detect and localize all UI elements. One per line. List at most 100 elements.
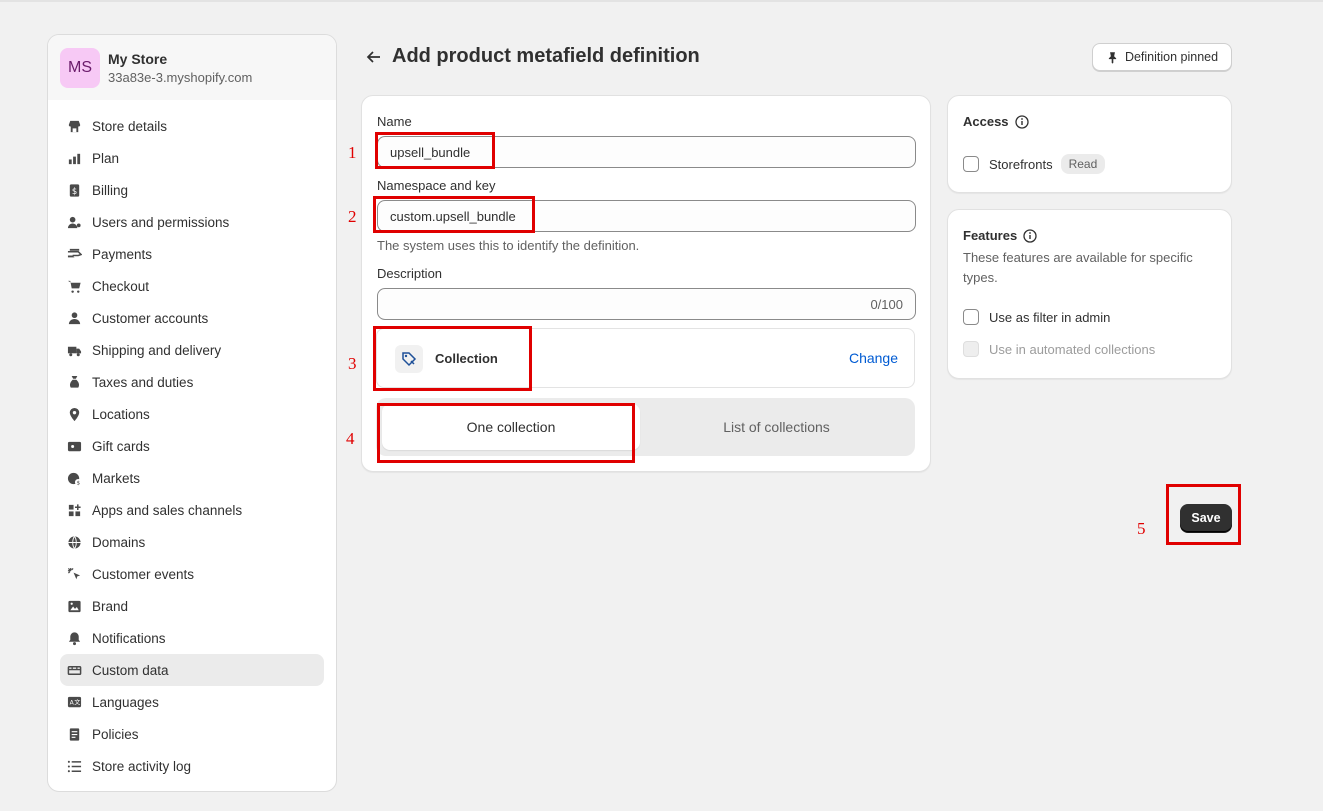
- filter-checkbox[interactable]: [963, 309, 979, 325]
- brand-icon: [66, 598, 82, 614]
- svg-text:$: $: [76, 480, 80, 485]
- plan-icon: [66, 150, 82, 166]
- sidebar-item-customer-accounts[interactable]: Customer accounts: [60, 302, 324, 334]
- sidebar-item-label: Store activity log: [92, 758, 192, 774]
- annotation-number-2: 2: [348, 207, 357, 226]
- sidebar-item-policies[interactable]: Policies: [60, 718, 324, 750]
- back-arrow-icon[interactable]: [364, 47, 384, 67]
- svg-text:$: $: [71, 185, 76, 195]
- info-icon[interactable]: [1023, 228, 1037, 243]
- annotation-number-4: 4: [346, 429, 355, 448]
- sidebar-item-label: Payments: [92, 246, 153, 262]
- info-icon[interactable]: [1014, 114, 1029, 129]
- store-avatar: MS: [60, 47, 100, 88]
- top-border: [0, 0, 1323, 2]
- sidebar-item-brand[interactable]: Brand: [60, 590, 324, 622]
- read-badge: Read: [1060, 154, 1106, 174]
- person-icon: [66, 310, 82, 326]
- sidebar-item-checkout[interactable]: Checkout: [60, 270, 324, 302]
- namespace-help-text: The system uses this to identify the def…: [377, 238, 640, 253]
- sidebar-item-label: Notifications: [92, 630, 166, 646]
- cart-icon: [66, 278, 82, 294]
- name-label: Name: [377, 114, 412, 129]
- annotation-number-1: 1: [348, 143, 357, 162]
- sidebar-item-apps[interactable]: Apps and sales channels: [60, 494, 324, 526]
- sidebar-item-label: Shipping and delivery: [92, 342, 222, 358]
- users-icon: [66, 214, 82, 230]
- sidebar-item-users[interactable]: Users and permissions: [60, 206, 324, 238]
- sidebar-item-markets[interactable]: $ Markets: [60, 462, 324, 494]
- features-description: These features are available for specifi…: [963, 250, 1193, 285]
- sidebar-item-store-activity-log[interactable]: Store activity log: [60, 750, 324, 782]
- annotation-box-3: [373, 326, 532, 391]
- sidebar-item-label: Domains: [92, 534, 146, 550]
- filter-row[interactable]: Use as filter in admin: [963, 309, 1110, 325]
- features-card: Features These features are available fo…: [947, 209, 1232, 379]
- settings-sidebar: MS My Store 33a83e-3.myshopify.com Store…: [47, 34, 337, 792]
- globe-dollar-icon: $: [66, 470, 82, 486]
- access-title: Access: [963, 114, 1029, 129]
- sidebar-item-domains[interactable]: Domains: [60, 526, 324, 558]
- sidebar-item-label: Markets: [92, 470, 141, 486]
- payments-icon: [66, 246, 82, 262]
- language-icon: A文: [66, 694, 82, 710]
- settings-nav: Store details Plan $ Billing Users and p…: [48, 100, 336, 782]
- annotation-box-2: [373, 196, 535, 233]
- sidebar-item-custom-data[interactable]: Custom data: [60, 654, 324, 686]
- sidebar-item-label: Users and permissions: [92, 214, 230, 230]
- pin-icon: [1108, 51, 1117, 64]
- custom-data-icon: [66, 662, 82, 678]
- annotation-number-5: 5: [1137, 519, 1146, 538]
- annotation-box-5: [1166, 484, 1241, 545]
- sidebar-item-label: Apps and sales channels: [92, 502, 243, 518]
- sidebar-item-locations[interactable]: Locations: [60, 398, 324, 430]
- billing-icon: $: [66, 182, 82, 198]
- cursor-icon: [66, 566, 82, 582]
- annotation-number-3: 3: [348, 354, 357, 373]
- storefronts-row[interactable]: Storefronts Read: [963, 154, 1106, 174]
- bell-icon: [66, 630, 82, 646]
- description-input[interactable]: 0/100: [377, 288, 916, 320]
- list-of-collections-option[interactable]: List of collections: [644, 404, 909, 450]
- description-counter: 0/100: [870, 296, 903, 312]
- sidebar-item-label: Checkout: [92, 278, 150, 294]
- sidebar-item-label: Customer events: [92, 566, 195, 582]
- store-name: My Store: [108, 50, 168, 67]
- access-title-text: Access: [963, 114, 1009, 129]
- sidebar-item-label: Custom data: [92, 662, 169, 678]
- description-label: Description: [377, 266, 443, 281]
- sidebar-item-store-details[interactable]: Store details: [60, 110, 324, 142]
- store-icon: [66, 118, 82, 134]
- page-title: Add product metafield definition: [392, 45, 700, 67]
- sidebar-item-notifications[interactable]: Notifications: [60, 622, 324, 654]
- sidebar-item-label: Languages: [92, 694, 159, 710]
- policies-icon: [66, 726, 82, 742]
- filter-label: Use as filter in admin: [989, 309, 1111, 325]
- truck-icon: [66, 342, 82, 358]
- automated-collections-checkbox: [963, 341, 979, 357]
- sidebar-item-label: Store details: [92, 118, 168, 134]
- sidebar-item-languages[interactable]: A文 Languages: [60, 686, 324, 718]
- sidebar-item-gift-cards[interactable]: Gift cards: [60, 430, 324, 462]
- access-card: Access Storefronts Read: [947, 95, 1232, 193]
- sidebar-item-label: Taxes and duties: [92, 374, 194, 390]
- storefronts-checkbox[interactable]: [963, 156, 979, 172]
- globe-icon: [66, 534, 82, 550]
- change-type-link[interactable]: Change: [849, 350, 898, 366]
- location-icon: [66, 406, 82, 422]
- sidebar-item-taxes[interactable]: Taxes and duties: [60, 366, 324, 398]
- sidebar-item-shipping[interactable]: Shipping and delivery: [60, 334, 324, 366]
- sidebar-item-payments[interactable]: Payments: [60, 238, 324, 270]
- sidebar-item-billing[interactable]: $ Billing: [60, 174, 324, 206]
- sidebar-item-label: Billing: [92, 182, 129, 198]
- features-title-text: Features: [963, 228, 1018, 243]
- sidebar-item-customer-events[interactable]: Customer events: [60, 558, 324, 590]
- definition-pinned-button[interactable]: Definition pinned: [1092, 43, 1232, 71]
- sidebar-item-label: Brand: [92, 598, 129, 614]
- sidebar-item-plan[interactable]: Plan: [60, 142, 324, 174]
- store-header[interactable]: MS My Store 33a83e-3.myshopify.com: [48, 35, 336, 100]
- store-url: 33a83e-3.myshopify.com: [108, 69, 253, 85]
- list-icon: [66, 758, 82, 774]
- sidebar-item-label: Policies: [92, 726, 139, 742]
- svg-text:文: 文: [74, 698, 80, 706]
